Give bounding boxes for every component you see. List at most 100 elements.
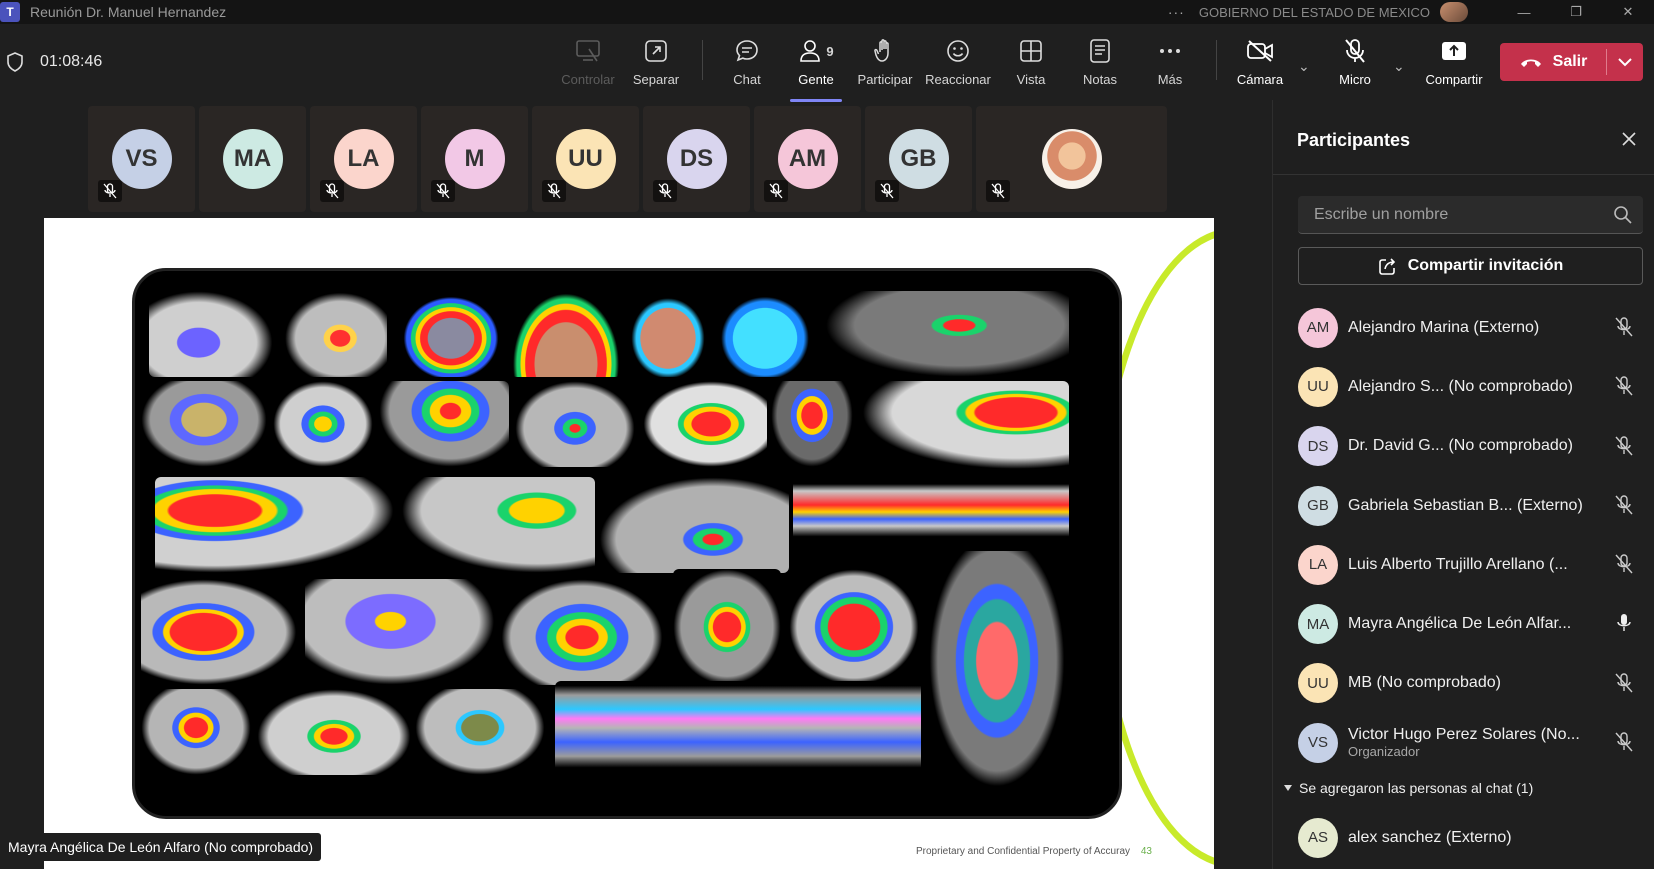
scan-image (771, 381, 853, 467)
share-invite-button[interactable]: Compartir invitación (1298, 247, 1643, 285)
scan-image (673, 569, 781, 685)
mic-muted-icon (1615, 673, 1633, 693)
participant-role: Organizador (1348, 744, 1420, 760)
teams-app-icon: T (0, 2, 20, 22)
mic-options-chevron-icon[interactable]: ⌄ (1393, 58, 1405, 75)
more-options-icon[interactable]: ··· (1168, 4, 1185, 20)
participant-row[interactable]: GB Gabriela Sebastian B... (Externo) (1298, 476, 1643, 535)
scan-image (149, 291, 273, 377)
scan-image (825, 291, 1069, 377)
scan-image (397, 291, 505, 377)
avatar: VS (1298, 722, 1338, 763)
search-input[interactable] (1298, 196, 1598, 234)
mic-muted-icon (653, 180, 677, 202)
meeting-toolbar: 01:08:46 Controlar Separar Chat 9 Gente … (0, 24, 1654, 102)
people-icon: 9 (795, 36, 837, 66)
avatar: MA (1298, 604, 1338, 645)
mic-muted-icon (764, 180, 788, 202)
scan-image (515, 381, 635, 467)
people-count-badge: 9 (826, 43, 834, 59)
share-button[interactable]: Compartir (1415, 36, 1493, 96)
mic-muted-icon (986, 180, 1010, 202)
mic-on-icon (1617, 614, 1631, 632)
close-window-button[interactable]: ✕ (1602, 4, 1654, 20)
participant-row[interactable]: UU Alejandro S... (No comprobado) (1298, 357, 1643, 416)
participant-row[interactable]: AS alex sanchez (Externo) (1298, 808, 1512, 867)
notes-icon (1085, 36, 1115, 66)
participant-row[interactable]: VS Victor Hugo Perez Solares (No... Orga… (1298, 713, 1643, 772)
mic-muted-icon (431, 180, 455, 202)
close-icon (1622, 132, 1636, 146)
leave-options-chevron-icon[interactable] (1607, 43, 1643, 81)
scan-image (141, 381, 267, 467)
scan-image (857, 381, 1069, 471)
avatar: AM (1298, 307, 1338, 348)
scan-image (379, 381, 509, 467)
mic-button[interactable]: Micro (1319, 36, 1391, 96)
account-avatar[interactable] (1440, 2, 1468, 22)
chat-button[interactable]: Chat (711, 36, 783, 96)
mic-off-icon (1340, 36, 1370, 66)
participant-search (1298, 196, 1643, 234)
camera-off-icon (1245, 36, 1275, 66)
participant-tile[interactable]: MA (199, 106, 306, 212)
camera-options-chevron-icon[interactable]: ⌄ (1298, 58, 1310, 75)
participant-tile[interactable]: LA (310, 106, 417, 212)
mic-muted-icon (1615, 435, 1633, 456)
mic-muted-icon (1615, 317, 1633, 337)
scan-image (155, 477, 395, 573)
control-icon (573, 36, 603, 66)
avatar: GB (1298, 485, 1338, 526)
mic-muted-icon (320, 180, 344, 202)
more-icon (1155, 36, 1185, 66)
participant-row[interactable]: AM Alejandro Marina (Externo) (1298, 298, 1643, 357)
window-title: Reunión Dr. Manuel Hernandez (30, 4, 227, 20)
participants-panel: Participantes Compartir invitación AM Al… (1272, 100, 1654, 869)
participant-tile[interactable]: DS (643, 106, 750, 212)
participant-tile[interactable]: GB (865, 106, 972, 212)
leave-button[interactable]: Salir (1500, 43, 1606, 81)
participant-row[interactable]: DS Dr. David G... (No comprobado) (1298, 417, 1643, 476)
scan-image (925, 551, 1069, 795)
camera-button[interactable]: Cámara (1224, 36, 1296, 96)
emoji-icon (943, 36, 973, 66)
scan-image (511, 291, 621, 377)
close-panel-button[interactable] (1618, 128, 1640, 150)
react-button[interactable]: Reaccionar (922, 36, 994, 96)
restore-button[interactable]: ❐ (1550, 4, 1602, 20)
share-icon (1439, 36, 1469, 66)
more-button[interactable]: Más (1134, 36, 1206, 96)
scan-image (555, 681, 921, 775)
shield-icon (7, 52, 23, 72)
participant-tile[interactable] (976, 106, 1167, 212)
mic-muted-icon (1615, 554, 1633, 574)
added-to-chat-section-toggle[interactable]: Se agregaron las personas al chat (1) (1283, 780, 1533, 796)
view-button[interactable]: Vista (995, 36, 1067, 96)
participant-row[interactable]: UU MB (No comprobado) (1298, 654, 1643, 713)
leave-control: Salir (1500, 43, 1643, 81)
minimize-button[interactable]: — (1498, 5, 1550, 20)
scan-image (643, 381, 767, 467)
scan-image (625, 291, 711, 377)
organization-name: GOBIERNO DEL ESTADO DE MEXICO (1198, 4, 1430, 20)
pop-out-button[interactable]: Separar (620, 36, 692, 96)
participant-tile[interactable]: M (421, 106, 528, 212)
participant-tile[interactable]: AM (754, 106, 861, 212)
slide-footer: Proprietary and Confidential Property of… (916, 846, 1130, 857)
search-icon[interactable] (1613, 205, 1633, 225)
scan-image (401, 477, 595, 573)
meeting-timer: 01:08:46 (40, 53, 103, 70)
grid-icon (1016, 36, 1046, 66)
raise-hand-button[interactable]: Participar (849, 36, 921, 96)
people-button[interactable]: 9 Gente (780, 36, 852, 102)
scan-image (257, 689, 411, 775)
share-link-icon (1378, 258, 1395, 275)
participant-tile[interactable]: UU (532, 106, 639, 212)
active-tab-indicator (790, 99, 842, 102)
participant-row[interactable]: MA Mayra Angélica De León Alfar... (1298, 594, 1643, 653)
notes-button[interactable]: Notas (1064, 36, 1136, 96)
participant-tile[interactable]: VS (88, 106, 195, 212)
participant-row[interactable]: LA Luis Alberto Trujillo Arellano (... (1298, 535, 1643, 594)
chat-icon (732, 36, 762, 66)
control-button[interactable]: Controlar (552, 36, 624, 96)
